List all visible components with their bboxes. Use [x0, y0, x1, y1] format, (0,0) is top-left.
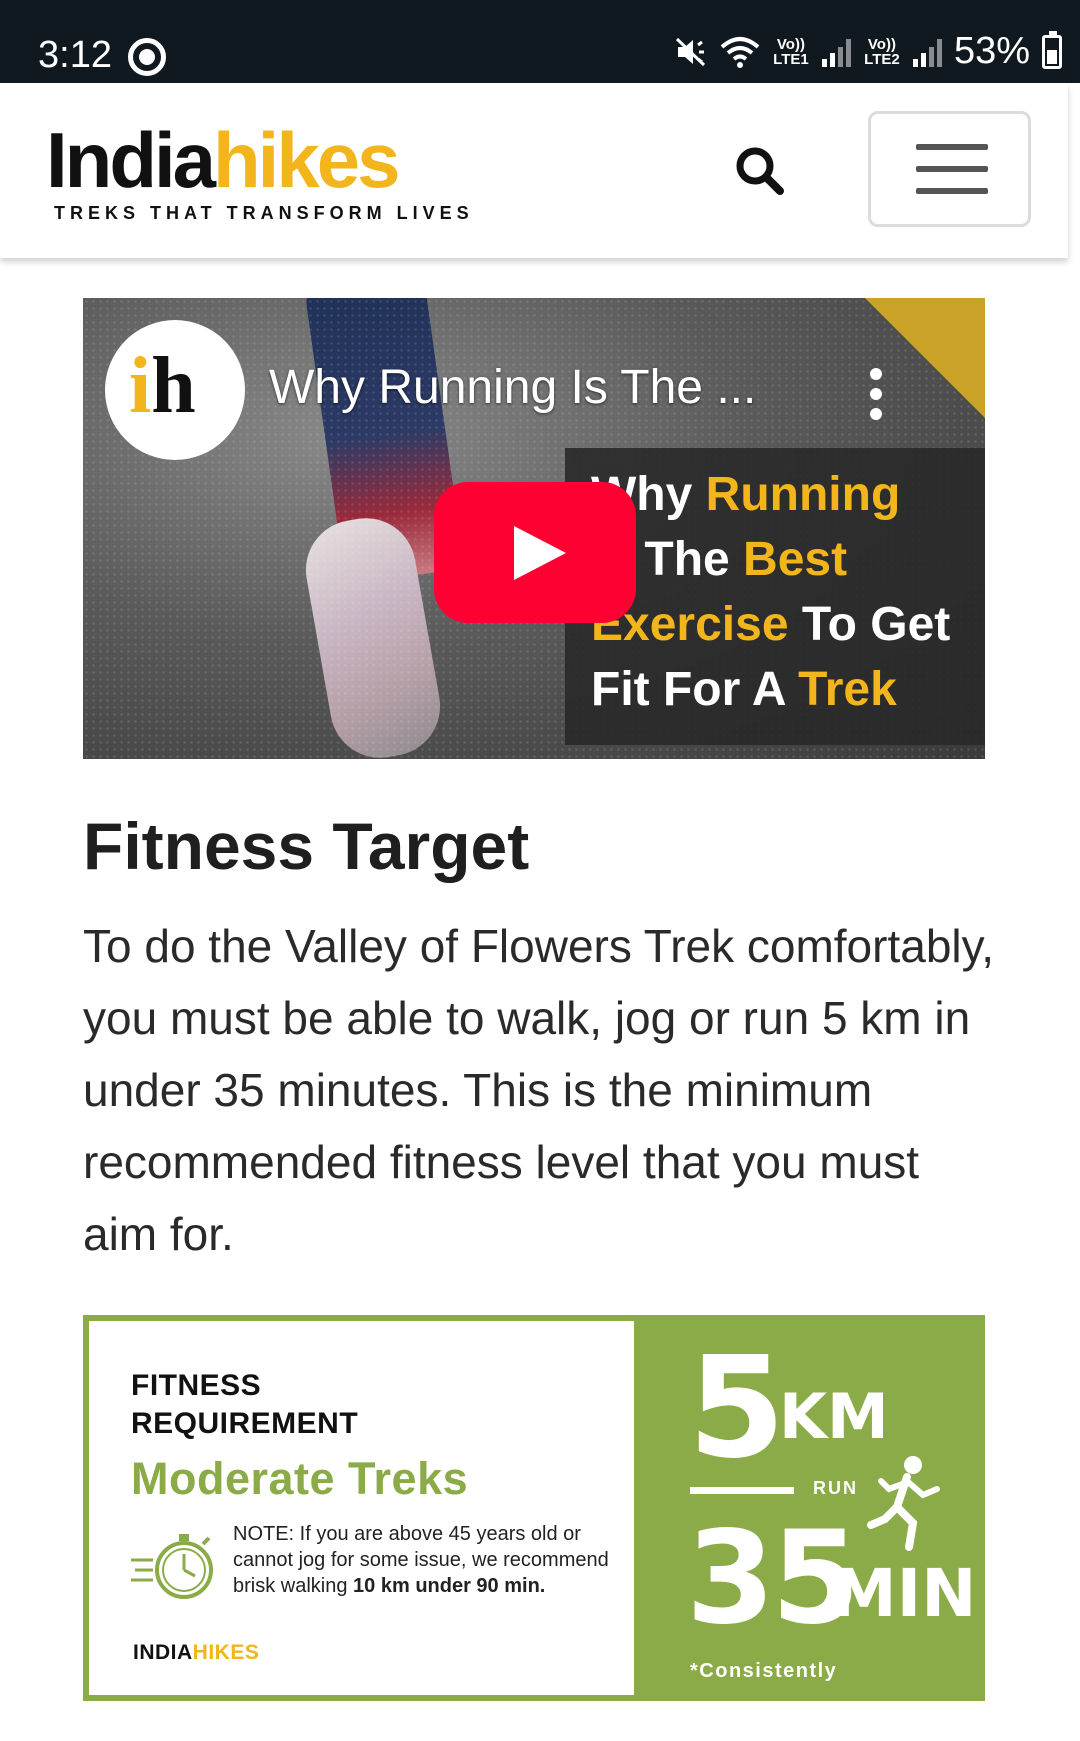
distance-unit: KM [779, 1380, 889, 1453]
status-bar: 3:12 Vo)) LTE1 Vo)) LTE2 53% [0, 0, 1080, 83]
sim2-label: Vo)) LTE2 [864, 35, 900, 68]
card-info-panel: FITNESS REQUIREMENT Moderate Treks NOTE:… [89, 1321, 634, 1695]
video-embed[interactable]: Why Running Is The Best Exercise To Get Fit… [83, 298, 985, 759]
signal-2-icon [912, 37, 942, 67]
requirement-label: FITNESS REQUIREMENT [131, 1369, 359, 1440]
requirement-note: NOTE: If you are above 45 years old or c… [233, 1523, 609, 1597]
runner-icon [867, 1456, 940, 1551]
trek-type: Moderate Treks [131, 1453, 469, 1504]
thumbnail-caption: Why Running Is The Best Exercise To Get Fit… [591, 462, 950, 722]
search-icon[interactable] [732, 143, 788, 199]
thumbnail-caption-line: Why Running [591, 468, 901, 521]
section-paragraph: To do the Valley of Flowers Trek comfort… [83, 920, 994, 1260]
play-button[interactable] [434, 482, 636, 623]
hamburger-menu-button[interactable] [868, 111, 1031, 227]
logo-tagline: TREKS THAT TRANSFORM LIVES [54, 203, 474, 223]
status-time: 3:12 [38, 34, 112, 76]
signal-1-icon [821, 37, 851, 67]
mute-icon [675, 37, 705, 66]
thumbnail-caption-line: Exercise To Get [591, 598, 951, 651]
status-icons: Vo)) LTE1 Vo)) LTE2 53% [674, 30, 1062, 73]
site-header: Indiahikes TREKS THAT TRANSFORM LIVES [0, 83, 1068, 258]
stopwatch-icon [131, 1534, 213, 1599]
card-divider [690, 1487, 794, 1494]
battery-icon [1042, 30, 1062, 69]
card-brand-logo: INDIAHIKES [133, 1641, 260, 1664]
channel-avatar[interactable]: ih [105, 320, 245, 460]
channel-logo-icon: ih [129, 342, 196, 430]
thumbnail-caption-line: Is The Best [591, 533, 848, 586]
activity-label: RUN [813, 1478, 858, 1498]
consistency-footnote: *Consistently [690, 1660, 838, 1682]
video-title[interactable]: Why Running Is The ... [269, 360, 756, 415]
time-unit: MIN [831, 1555, 977, 1632]
sim1-label: Vo)) LTE1 [773, 35, 809, 68]
more-options-icon[interactable] [861, 366, 891, 422]
wifi-icon [720, 36, 760, 68]
logo-wordmark: Indiahikes [46, 116, 400, 204]
distance-value: 5 [688, 1327, 786, 1490]
battery-percent: 53% [953, 30, 1030, 72]
site-logo[interactable]: Indiahikes TREKS THAT TRANSFORM LIVES [46, 121, 474, 224]
thumbnail-caption-line: Fit For A Trek [591, 663, 897, 716]
section-heading: Fitness Target [83, 809, 530, 883]
notification-dot-icon [128, 38, 166, 76]
fitness-requirement-card: FITNESS REQUIREMENT Moderate Treks NOTE:… [83, 1315, 985, 1701]
